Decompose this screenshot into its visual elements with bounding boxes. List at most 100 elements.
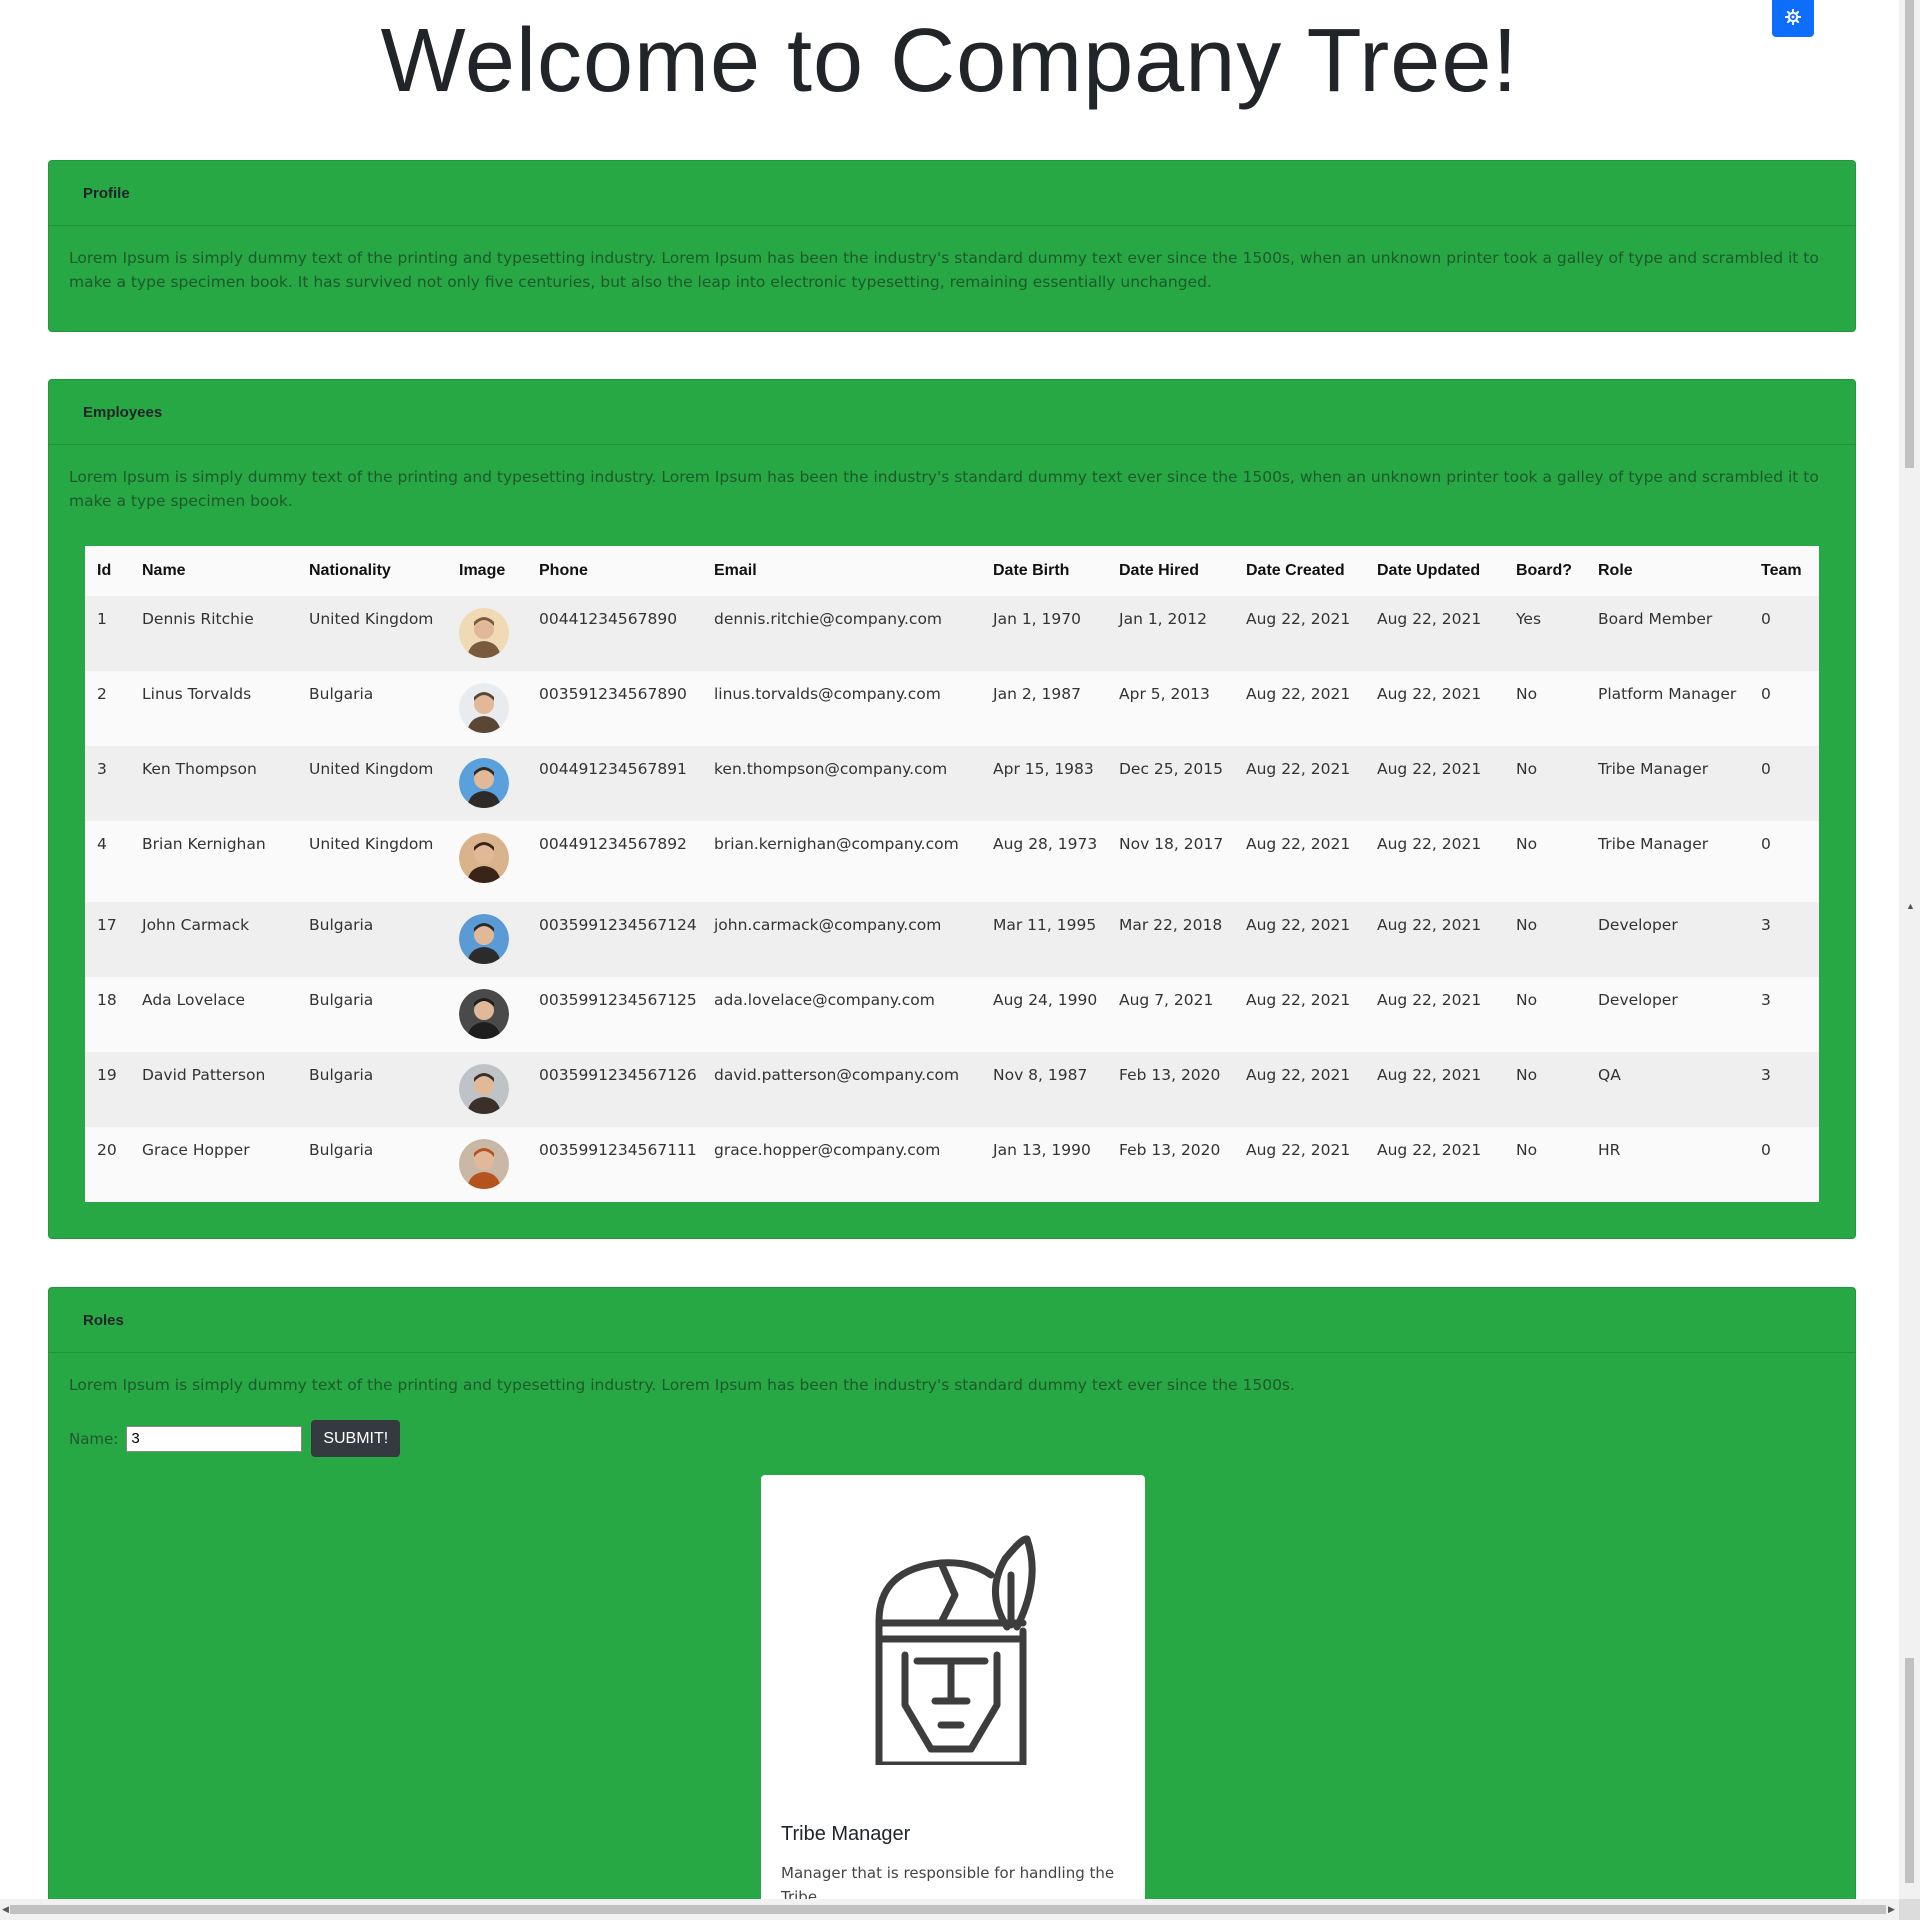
avatar-cell [447, 746, 527, 821]
cell-id: 2 [97, 685, 107, 703]
column-header-image: Image [459, 562, 506, 579]
column-header-date-hired: Date Hired [1119, 562, 1200, 579]
theme-toggle-button[interactable] [1772, 0, 1814, 37]
cell-email[interactable]: grace.hopper@company.com [702, 1127, 981, 1202]
role-card[interactable]: Tribe Manager Manager that is responsibl… [761, 1475, 1145, 1899]
column-header-name: Name [142, 562, 186, 579]
cell-board: No [1516, 1141, 1538, 1159]
cell-date-hired: Feb 13, 2020 [1119, 1141, 1221, 1159]
cell-date-updated: Aug 22, 2021 [1377, 610, 1482, 628]
table-row[interactable]: 4 Brian Kernighan United Kingdom 0044912345… [85, 821, 1819, 902]
cell-name: Dennis Ritchie [142, 610, 254, 628]
cell-team: 0 [1761, 1141, 1771, 1159]
profile-card-header: Profile [49, 161, 1855, 226]
employees-card-text: Lorem Ipsum is simply dummy text of the … [69, 468, 1819, 510]
vertical-scrollbar-thumb[interactable] [1905, 0, 1914, 468]
cell-board: No [1516, 685, 1538, 703]
role-card-description: Manager that is responsible for handling… [781, 1864, 1115, 1899]
vertical-scrollbar-thumb-secondary[interactable] [1905, 1658, 1914, 1883]
cell-email[interactable]: ada.lovelace@company.com [702, 977, 981, 1052]
column-header-id: Id [97, 562, 112, 579]
employees-table-body: 1 Dennis Ritchie United Kingdom 00441234567… [85, 596, 1819, 1202]
cell-phone: 004491234567892 [539, 835, 687, 853]
cell-name: Ken Thompson [142, 760, 257, 778]
table-row[interactable]: 20 Grace Hopper Bulgaria 0035991234567111 gr… [85, 1127, 1819, 1202]
role-name-input[interactable] [126, 1425, 303, 1452]
cell-phone: 003591234567890 [539, 685, 687, 703]
cell-nationality: Bulgaria [309, 1066, 374, 1084]
avatar-cell [447, 821, 527, 902]
avatar-cell [447, 902, 527, 977]
cell-date-birth: Jan 1, 1970 [993, 610, 1081, 628]
cell-role: Developer [1598, 916, 1678, 934]
role-card-title: Tribe Manager [781, 1823, 911, 1845]
table-row[interactable]: 19 David Patterson Bulgaria 003599123456712… [85, 1052, 1819, 1127]
submit-button[interactable]: SUBMIT! [311, 1420, 401, 1457]
scroll-left-arrow-icon[interactable]: ◀ [2, 1904, 9, 1915]
cell-nationality: Bulgaria [309, 916, 374, 934]
cell-name: David Patterson [142, 1066, 266, 1084]
cell-date-hired: Apr 5, 2013 [1119, 685, 1210, 703]
cell-date-birth: Jan 13, 1990 [993, 1141, 1091, 1159]
table-row[interactable]: 2 Linus Torvalds Bulgaria 003591234567890 li… [85, 671, 1819, 746]
cell-team: 3 [1761, 991, 1771, 1009]
cell-date-birth: Aug 28, 1973 [993, 835, 1098, 853]
cell-board: No [1516, 1066, 1538, 1084]
cell-phone: 0035991234567111 [539, 1141, 697, 1159]
cell-date-updated: Aug 22, 2021 [1377, 991, 1482, 1009]
column-header-email: Email [714, 562, 757, 579]
cell-role: Tribe Manager [1598, 760, 1709, 778]
cell-date-hired: Dec 25, 2015 [1119, 760, 1223, 778]
cell-date-updated: Aug 22, 2021 [1377, 1066, 1482, 1084]
avatar [459, 833, 509, 883]
cell-role: Board Member [1598, 610, 1713, 628]
scroll-up-arrow-icon[interactable]: ▲ [1906, 902, 1915, 911]
cell-name: John Carmack [142, 916, 250, 934]
horizontal-scrollbar-thumb[interactable] [10, 1905, 1886, 1914]
cell-id: 20 [97, 1141, 117, 1159]
cell-email[interactable]: linus.torvalds@company.com [702, 671, 981, 746]
column-header-date-created: Date Created [1246, 562, 1345, 579]
employees-card-header: Employees [49, 380, 1855, 445]
cell-email[interactable]: dennis.ritchie@company.com [702, 596, 981, 671]
tribe-manager-helmet-icon [861, 1535, 1041, 1769]
column-header-nationality: Nationality [309, 562, 391, 579]
gear-icon [1784, 8, 1802, 28]
cell-id: 1 [97, 610, 107, 628]
avatar-cell [447, 671, 527, 746]
roles-card-header: Roles [49, 1288, 1855, 1353]
cell-board: No [1516, 835, 1538, 853]
cell-id: 17 [97, 916, 117, 934]
cell-date-hired: Jan 1, 2012 [1119, 610, 1207, 628]
vertical-scrollbar[interactable]: ▲ [1899, 0, 1920, 1899]
scrollbar-corner [1899, 1899, 1920, 1920]
column-header-team: Team [1761, 562, 1802, 579]
cell-board: No [1516, 760, 1538, 778]
avatar-cell [447, 1052, 527, 1127]
table-row[interactable]: 1 Dennis Ritchie United Kingdom 00441234567… [85, 596, 1819, 671]
avatar-cell [447, 596, 527, 671]
avatar [459, 1064, 509, 1114]
cell-date-created: Aug 22, 2021 [1246, 991, 1351, 1009]
page-title: Welcome to Company Tree! [380, 11, 1519, 111]
scroll-right-arrow-icon[interactable]: ▶ [1888, 1904, 1895, 1915]
cell-email[interactable]: brian.kernighan@company.com [702, 821, 981, 902]
cell-email[interactable]: ken.thompson@company.com [702, 746, 981, 821]
cell-email[interactable]: john.carmack@company.com [702, 902, 981, 977]
table-row[interactable]: 18 Ada Lovelace Bulgaria 0035991234567125 ad… [85, 977, 1819, 1052]
cell-team: 0 [1761, 760, 1771, 778]
cell-email[interactable]: david.patterson@company.com [702, 1052, 981, 1127]
column-header-date-updated: Date Updated [1377, 562, 1481, 579]
table-row[interactable]: 17 John Carmack Bulgaria 0035991234567124 jo… [85, 902, 1819, 977]
column-header-phone: Phone [539, 562, 588, 579]
roles-card-text: Lorem Ipsum is simply dummy text of the … [69, 1376, 1295, 1394]
role-search-form: Name: SUBMIT! [69, 1420, 401, 1457]
avatar [459, 758, 509, 808]
page: Welcome to Company Tree! Profile Lorem I… [0, 0, 1899, 1899]
cell-board: Yes [1516, 610, 1542, 628]
cell-nationality: Bulgaria [309, 991, 374, 1009]
cell-board: No [1516, 916, 1538, 934]
cell-date-created: Aug 22, 2021 [1246, 916, 1351, 934]
table-row[interactable]: 3 Ken Thompson United Kingdom 0044912345678… [85, 746, 1819, 821]
horizontal-scrollbar[interactable]: ◀ ▶ [0, 1899, 1899, 1920]
